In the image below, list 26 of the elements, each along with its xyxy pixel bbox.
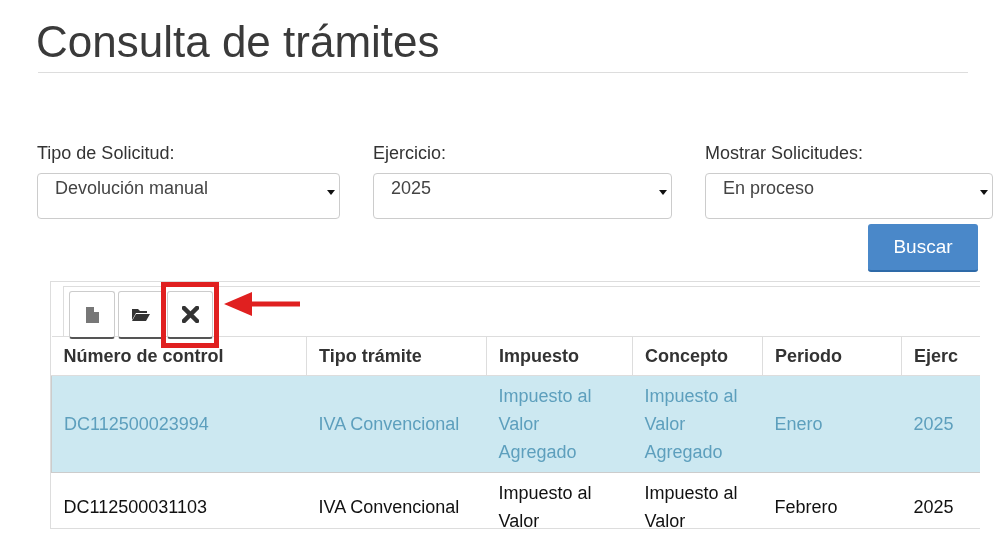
table-cell: IVA Convencional — [306, 472, 487, 528]
column-header: Ejerc — [901, 336, 980, 376]
search-button[interactable]: Buscar — [868, 224, 978, 272]
table-cell: DC112500031103 — [51, 472, 307, 528]
table-cell: Febrero — [762, 472, 902, 528]
column-header: Concepto — [632, 336, 763, 376]
filter-label: Mostrar Solicitudes: — [705, 143, 865, 165]
page-title: Consulta de trámites — [36, 16, 441, 68]
filter-label: Ejercicio: — [373, 143, 448, 165]
table-cell: Impuesto al Valor Agregado — [632, 375, 763, 473]
table-cell: Impuesto al Valor — [632, 472, 763, 528]
dropdown[interactable]: En proceso — [705, 173, 993, 219]
table-cell: 2025 — [901, 375, 980, 473]
table-cell: IVA Convencional — [306, 375, 487, 473]
table-cell: 2025 — [901, 472, 980, 528]
dropdown[interactable]: 2025 — [373, 173, 672, 219]
column-header: Tipo trámite — [306, 336, 487, 376]
table-cell: Impuesto al Valor — [486, 472, 633, 528]
table-cell: Impuesto al Valor Agregado — [486, 375, 633, 473]
dropdown[interactable]: Devolución manual — [37, 173, 340, 219]
column-header: Impuesto — [486, 336, 633, 376]
column-header: Periodo — [762, 336, 902, 376]
table-cell: DC112500023994 — [51, 375, 307, 473]
table-cell: Enero — [762, 375, 902, 473]
filter-label: Tipo de Solicitud: — [37, 143, 176, 165]
column-header: Número de control — [51, 336, 307, 376]
